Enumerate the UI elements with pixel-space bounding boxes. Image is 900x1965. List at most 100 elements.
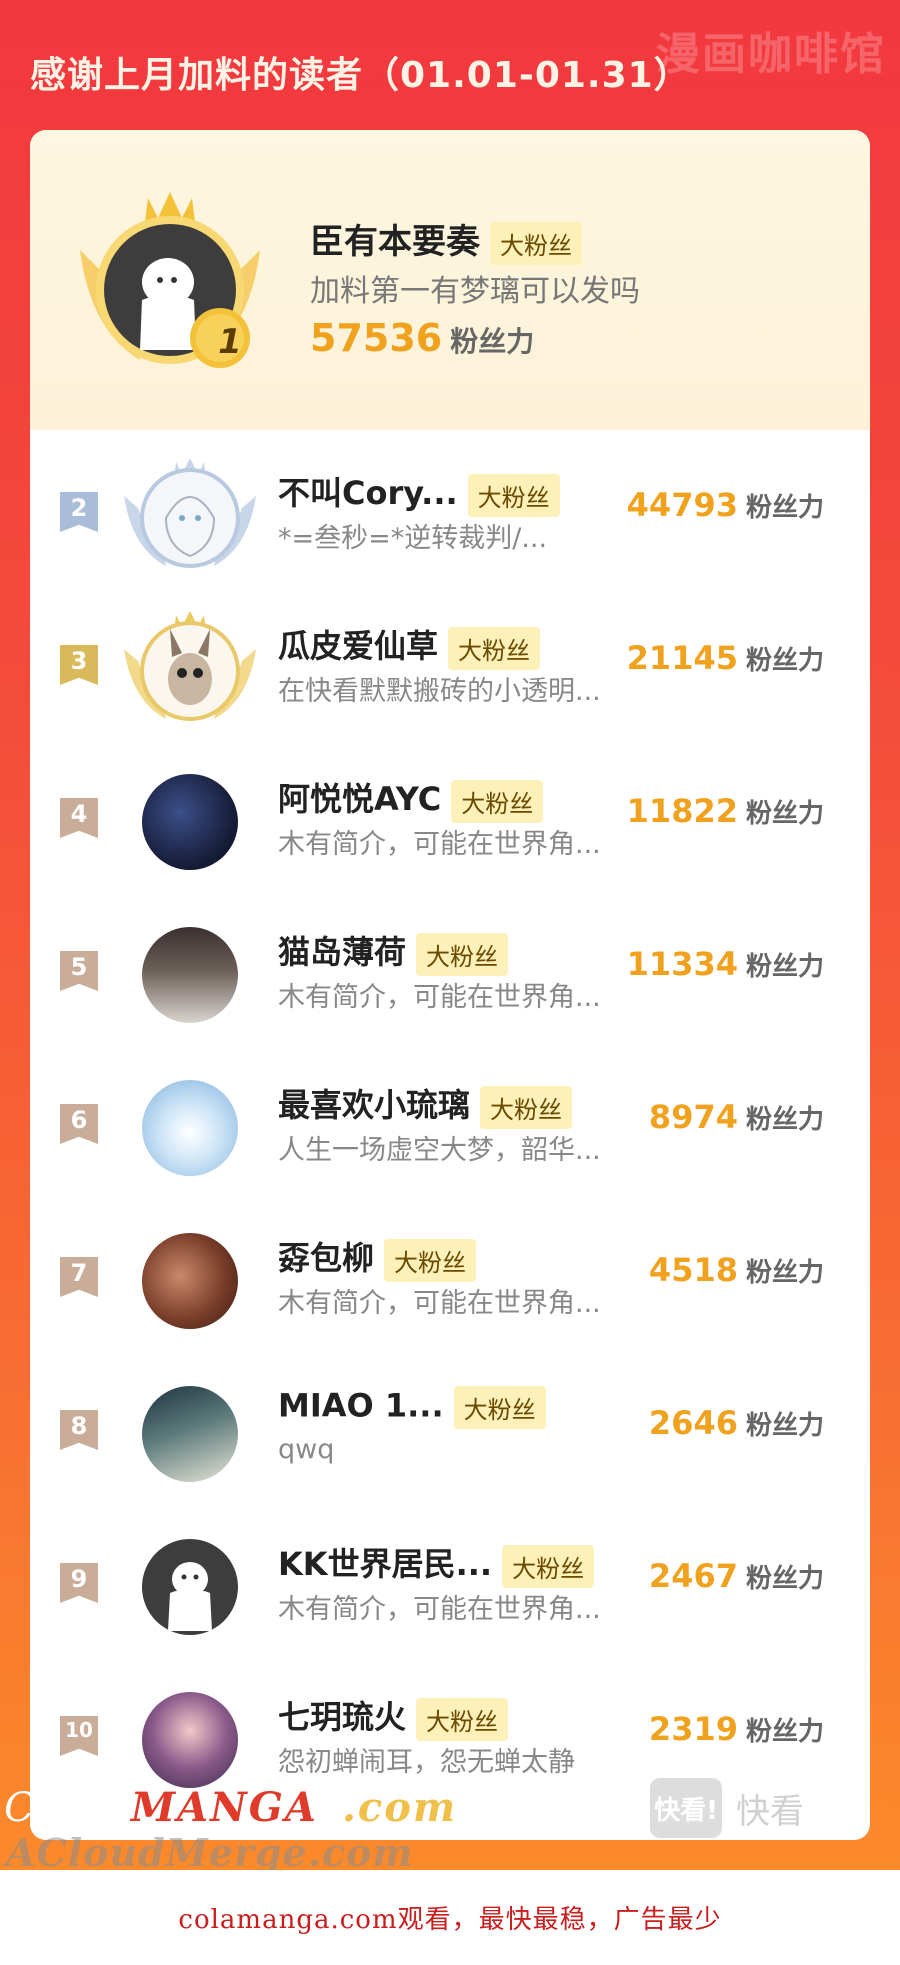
row-desc: 木有简介，可能在世界角...: [278, 1288, 601, 1319]
list-item-rank-9[interactable]: 9 KK世界居民... 大粉丝 木有简介，可能在世界角... 2467 粉丝力: [30, 1509, 870, 1659]
row-score: 21145 粉丝力: [627, 639, 824, 677]
row-desc: 在快看默默搬砖的小透明...: [278, 676, 601, 707]
avatar-wrap: [120, 915, 260, 1035]
row-score: 44793 粉丝力: [627, 486, 824, 524]
silver-wings-icon: [124, 458, 256, 568]
rank-flag: 7: [60, 1257, 98, 1297]
watermark-com: .com: [341, 1784, 458, 1831]
row-badge: 大粉丝: [384, 1238, 477, 1282]
rank-flag: 3: [60, 645, 98, 685]
watermark-cola: COLA: [4, 1785, 131, 1831]
row-badge: 大粉丝: [480, 1085, 573, 1129]
row-score-unit: 粉丝力: [745, 1564, 824, 1594]
avatar-wrap: [120, 1680, 260, 1800]
row-score-unit: 粉丝力: [745, 1411, 824, 1441]
row-score-unit: 粉丝力: [745, 646, 824, 676]
rank-flag: 4: [60, 798, 98, 838]
row-score: 8974 粉丝力: [649, 1098, 824, 1136]
row-desc: 人生一场虚空大梦，韶华...: [278, 1135, 601, 1166]
list-item-rank-3[interactable]: 3 瓜皮爱仙草 大粉丝 在快看默默搬砖的小透明... 21145 粉丝力: [30, 591, 870, 741]
colamanga-watermark: COLAMANGA .com: [4, 1784, 457, 1831]
row-name-text: 最喜欢小琉璃: [278, 1086, 471, 1124]
list-item-rank-7[interactable]: 7 孬包柳 大粉丝 木有简介，可能在世界角... 4518 粉丝力: [30, 1203, 870, 1353]
rank-flag: 8: [60, 1410, 98, 1450]
row-name-text: 瓜皮爱仙草: [278, 627, 439, 665]
row-name: 不叫Cory... 大粉丝: [278, 468, 560, 517]
kuaikan-logo-box: 快看!: [650, 1778, 722, 1838]
list-item-rank-2[interactable]: 2 不叫Cory... 大粉丝 *=叁秒=*逆转裁判/... 44793 粉丝力: [30, 438, 870, 588]
row-name: KK世界居民... 大粉丝: [278, 1539, 595, 1588]
row-badge: 大粉丝: [416, 1697, 509, 1741]
row-score: 11822 粉丝力: [627, 792, 824, 830]
avatar-wrap: [120, 1221, 260, 1341]
row-score-value: 2467: [648, 1557, 738, 1595]
row-name-text: KK世界居民...: [278, 1545, 493, 1583]
avatar: [142, 927, 238, 1023]
top1-desc: 加料第一有梦璃可以发吗: [310, 274, 640, 309]
row-desc: 木有简介，可能在世界角...: [278, 829, 601, 860]
avatar: [142, 1080, 238, 1176]
row-desc: *=叁秒=*逆转裁判/...: [278, 523, 548, 554]
row-name-text: 猫岛薄荷: [278, 933, 407, 971]
row-score: 11334 粉丝力: [627, 945, 824, 983]
row-score-value: 2319: [648, 1710, 738, 1748]
row-name: MIAO 1... 大粉丝: [278, 1386, 546, 1429]
avatar: [142, 1692, 238, 1788]
page-title: 感谢上月加料的读者（01.01-01.31）: [30, 55, 691, 96]
list-item-rank-6[interactable]: 6 最喜欢小琉璃 大粉丝 人生一场虚空大梦，韶华... 8974 粉丝力: [30, 1050, 870, 1200]
row-desc: 木有简介，可能在世界角...: [278, 982, 601, 1013]
row-name: 阿悦悦AYC 大粉丝: [278, 774, 544, 823]
avatar-wrap: [120, 1068, 260, 1188]
list-item-rank-5[interactable]: 5 猫岛薄荷 大粉丝 木有简介，可能在世界角... 11334 粉丝力: [30, 897, 870, 1047]
avatar: [142, 1233, 238, 1329]
row-badge: 大粉丝: [416, 932, 509, 976]
avatar-wrap: [120, 1374, 260, 1494]
row-name: 最喜欢小琉璃 大粉丝: [278, 1080, 573, 1129]
row-badge: 大粉丝: [502, 1544, 595, 1588]
row-score-value: 11822: [626, 792, 738, 830]
list-item-rank-4[interactable]: 4 阿悦悦AYC 大粉丝 木有简介，可能在世界角... 11822 粉丝力: [30, 744, 870, 894]
rank-flag: 2: [60, 492, 98, 532]
leaderboard-card: 1 臣有本要奏 大粉丝 加料第一有梦璃可以发吗 57536 粉丝力 2 不叫Cory…: [30, 130, 870, 1840]
top1-name-text: 臣有本要奏: [310, 222, 480, 262]
top1-score-unit: 粉丝力: [450, 325, 535, 358]
row-score-value: 21145: [626, 639, 738, 677]
row-score-value: 8974: [648, 1098, 738, 1136]
row-score-value: 4518: [648, 1251, 738, 1289]
row-score: 2467 粉丝力: [649, 1557, 824, 1595]
row-name: 瓜皮爱仙草 大粉丝: [278, 621, 541, 670]
row-score-unit: 粉丝力: [745, 952, 824, 982]
row-desc: 木有简介，可能在世界角...: [278, 1594, 601, 1625]
row-score: 2319 粉丝力: [649, 1710, 824, 1748]
row-score-unit: 粉丝力: [745, 799, 824, 829]
top1-section: 1 臣有本要奏 大粉丝 加料第一有梦璃可以发吗 57536 粉丝力: [30, 130, 870, 430]
ranking-poster: 漫画咖啡馆 感谢上月加料的读者（01.01-01.31） 1 臣有本要奏大粉丝: [0, 0, 900, 1875]
top1-badge: 大粉丝: [490, 222, 582, 265]
row-score-unit: 粉丝力: [745, 493, 824, 523]
row-score-value: 2646: [648, 1404, 738, 1442]
list-item-rank-8[interactable]: 8 MIAO 1... 大粉丝 qwq 2646 粉丝力: [30, 1356, 870, 1506]
row-score-unit: 粉丝力: [745, 1717, 824, 1747]
row-score: 4518 粉丝力: [649, 1251, 824, 1289]
top1-score-value: 57536: [310, 316, 443, 360]
avatar-wrap: [120, 762, 260, 882]
rank-flag: 10: [60, 1716, 98, 1756]
row-name-text: 阿悦悦AYC: [278, 780, 442, 818]
acloudmerge-watermark: ACloudMerge.com: [6, 1830, 414, 1875]
row-badge: 大粉丝: [453, 1386, 546, 1429]
row-badge: 大粉丝: [451, 779, 544, 823]
kuaikan-logo-text: 快看: [736, 1791, 804, 1832]
row-name: 孬包柳 大粉丝: [278, 1233, 477, 1282]
top1-name[interactable]: 臣有本要奏 大粉丝: [310, 214, 582, 265]
row-desc: qwq: [278, 1434, 335, 1465]
rank-1-number: 1: [218, 322, 242, 362]
row-score-unit: 粉丝力: [745, 1258, 824, 1288]
watermark-manga: MANGA: [130, 1784, 318, 1831]
row-desc: 怨初蝉闹耳，怨无蝉太静: [278, 1747, 575, 1778]
row-name: 七玥琉火 大粉丝: [278, 1692, 509, 1741]
footer-notice: colamanga.com观看，最快最稳，广告最少: [0, 1870, 900, 1965]
avatar: [142, 1386, 238, 1482]
row-score-value: 11334: [626, 945, 738, 983]
avatar: [142, 774, 238, 870]
row-badge: 大粉丝: [448, 626, 541, 670]
